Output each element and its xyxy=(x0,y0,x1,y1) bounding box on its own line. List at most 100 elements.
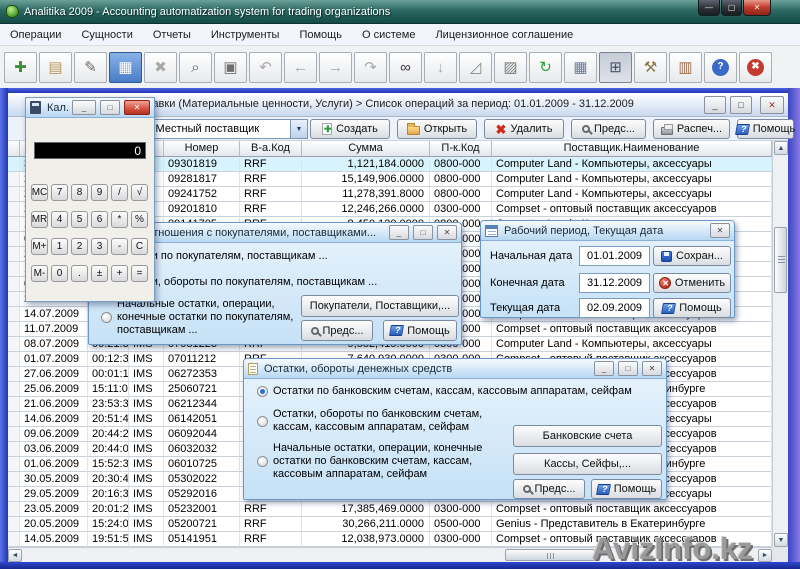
calc-key-±[interactable]: ± xyxy=(91,265,108,282)
column-header[interactable]: Поставщик.Наименование xyxy=(492,141,772,157)
ruler-button[interactable]: ◿ xyxy=(459,52,492,83)
close-button[interactable]: ✕ xyxy=(743,0,771,16)
calc-maximize-button[interactable]: □ xyxy=(100,100,120,115)
radio-option[interactable]: Остатки по покупателям, поставщикам ... xyxy=(101,250,461,263)
partners-close-icon[interactable]: ✕ xyxy=(437,225,457,240)
doc-restore-button[interactable]: □ xyxy=(730,96,752,114)
save-button[interactable]: ▦ xyxy=(109,52,142,83)
calc-key-9[interactable]: 9 xyxy=(91,184,108,201)
maximize-button[interactable]: ▢ xyxy=(721,0,742,16)
partners-maximize-button[interactable]: □ xyxy=(413,225,433,240)
paste-button[interactable]: ▨ xyxy=(494,52,527,83)
table-row[interactable]: 20.05.200915:24:01IMS05200721RRF30,266,2… xyxy=(8,517,772,532)
money-preview-button[interactable]: Предс... xyxy=(513,479,585,499)
download-button[interactable]: ↓ xyxy=(424,52,457,83)
new-button[interactable]: ✚ xyxy=(4,52,37,83)
action-предс-button[interactable]: Предс... xyxy=(571,119,646,139)
calc-key-3[interactable]: 3 xyxy=(91,238,108,255)
calc-key-*[interactable]: * xyxy=(111,211,128,228)
period-dialog[interactable]: Рабочий период, Текущая дата ✕ Начальная… xyxy=(480,220,735,318)
period-dialog-titlebar[interactable]: Рабочий период, Текущая дата ✕ xyxy=(481,221,734,241)
edit-button[interactable]: ✎ xyxy=(74,52,107,83)
money-maximize-button[interactable]: □ xyxy=(618,361,638,376)
partners-partners-list-button[interactable]: Покупатели, Поставщики,... xyxy=(301,295,459,317)
calc-key-/[interactable]: / xyxy=(111,184,128,201)
calc-key-5[interactable]: 5 xyxy=(71,211,88,228)
chevron-down-icon[interactable]: ▼ xyxy=(290,120,307,138)
vertical-scrollbar[interactable]: ▲ ▼ xyxy=(772,141,788,547)
period-help-button[interactable]: Помощь xyxy=(653,298,731,318)
scroll-up-icon[interactable]: ▲ xyxy=(774,141,788,155)
tools-button[interactable]: ⚒ xyxy=(634,52,667,83)
archive-button[interactable]: ▥ xyxy=(669,52,702,83)
menu-item-0[interactable]: Операции xyxy=(0,24,71,45)
help-button[interactable]: ? xyxy=(704,52,737,83)
radio-icon[interactable] xyxy=(257,386,268,397)
calculator-button[interactable]: ⊞ xyxy=(599,52,632,83)
calc-key-C[interactable]: C xyxy=(131,238,148,255)
money-minimize-button[interactable]: _ xyxy=(594,361,614,376)
calc-minimize-button[interactable]: _ xyxy=(72,100,96,115)
scroll-down-icon[interactable]: ▼ xyxy=(774,533,788,547)
refresh-button[interactable]: ↻ xyxy=(529,52,562,83)
money-cash-safes-button[interactable]: Кассы, Сейфы,... xyxy=(513,453,662,475)
money-close-icon[interactable]: ✕ xyxy=(642,361,662,376)
search-button[interactable]: ⌕ xyxy=(179,52,212,83)
exit-button[interactable]: ✖ xyxy=(739,52,772,83)
partners-help-button[interactable]: Помощь xyxy=(383,320,457,341)
radio-option[interactable]: Остатки по банковским счетам, кассам, ка… xyxy=(257,385,666,398)
doc-close-button[interactable]: ✕ xyxy=(760,96,784,114)
partners-preview-button[interactable]: Предс... xyxy=(301,320,373,341)
menu-item-5[interactable]: О системе xyxy=(352,24,425,45)
menu-item-4[interactable]: Помощь xyxy=(289,24,352,45)
forward-button[interactable]: → xyxy=(319,52,352,83)
undo-button[interactable]: ↶ xyxy=(249,52,282,83)
column-header[interactable]: П-к.Код xyxy=(430,141,492,157)
calc-key-MC[interactable]: MC xyxy=(31,184,48,201)
horizontal-scroll-thumb[interactable] xyxy=(505,549,595,561)
date-field[interactable]: 31.12.2009 xyxy=(579,273,650,293)
print-button[interactable]: ▣ xyxy=(214,52,247,83)
radio-icon[interactable] xyxy=(257,456,268,467)
money-bank-accounts-button[interactable]: Банковские счета xyxy=(513,425,662,447)
doc-minimize-button[interactable]: _ xyxy=(704,96,726,114)
redo-button[interactable]: ↷ xyxy=(354,52,387,83)
calc-key-0[interactable]: 0 xyxy=(51,265,68,282)
calc-key-2[interactable]: 2 xyxy=(71,238,88,255)
delete-button[interactable]: ✖ xyxy=(144,52,177,83)
menu-item-1[interactable]: Сущности xyxy=(71,24,142,45)
calc-key-.[interactable]: . xyxy=(71,265,88,282)
calc-key-M+[interactable]: M+ xyxy=(31,238,48,255)
action-открыть-button[interactable]: Открыть xyxy=(397,119,477,139)
date-field[interactable]: 02.09.2009 xyxy=(579,298,650,318)
calc-key-+[interactable]: + xyxy=(111,265,128,282)
calendar-button[interactable]: ▦ xyxy=(564,52,597,83)
minimize-button[interactable]: — xyxy=(698,0,720,16)
calc-key-=[interactable]: = xyxy=(131,265,148,282)
calc-key-√[interactable]: √ xyxy=(131,184,148,201)
radio-option[interactable]: Остатки, обороты по покупателям, поставщ… xyxy=(101,276,461,289)
money-help-button[interactable]: Помощь xyxy=(591,479,662,499)
binoculars-button[interactable]: ∞ xyxy=(389,52,422,83)
money-dialog[interactable]: Остатки, обороты денежных средств _ □ ✕ … xyxy=(243,358,667,500)
calc-key-4[interactable]: 4 xyxy=(51,211,68,228)
money-dialog-titlebar[interactable]: Остатки, обороты денежных средств _ □ ✕ xyxy=(244,359,666,379)
menu-item-2[interactable]: Отчеты xyxy=(143,24,201,45)
action-удалить-button[interactable]: ✖Удалить xyxy=(484,119,564,139)
action-распеч-button[interactable]: Распеч... xyxy=(653,119,730,139)
period-close-icon[interactable]: ✕ xyxy=(710,223,730,238)
calc-key-8[interactable]: 8 xyxy=(71,184,88,201)
calc-close-icon[interactable]: ✕ xyxy=(124,100,150,115)
scroll-left-icon[interactable]: ◄ xyxy=(8,549,22,562)
open-button[interactable]: ▤ xyxy=(39,52,72,83)
vertical-scroll-thumb[interactable] xyxy=(774,227,787,293)
action-создать-button[interactable]: Создать xyxy=(310,119,390,139)
calc-key-1[interactable]: 1 xyxy=(51,238,68,255)
column-header[interactable]: Сумма xyxy=(302,141,430,157)
column-header[interactable]: Номер xyxy=(164,141,240,157)
action-помощь-button[interactable]: Помощь xyxy=(737,119,794,139)
calc-key-6[interactable]: 6 xyxy=(91,211,108,228)
radio-icon[interactable] xyxy=(101,312,112,323)
calc-key-%[interactable]: % xyxy=(131,211,148,228)
calc-key-M-[interactable]: M- xyxy=(31,265,48,282)
